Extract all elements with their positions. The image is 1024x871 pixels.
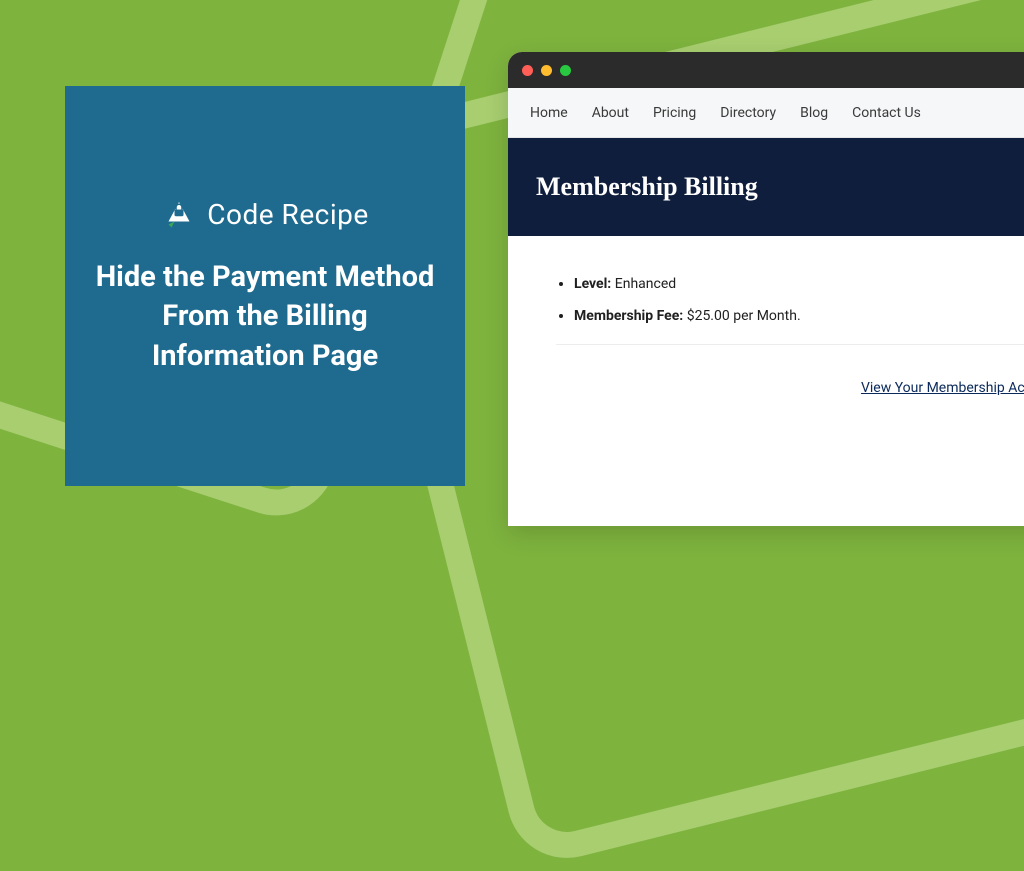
divider <box>556 344 1024 345</box>
fee-value: $25.00 per Month. <box>687 308 801 324</box>
billing-details: Level: Enhanced Membership Fee: $25.00 p… <box>508 236 1024 377</box>
page-title: Membership Billing <box>536 172 1024 202</box>
close-icon[interactable] <box>522 65 533 76</box>
nav-directory[interactable]: Directory <box>720 105 776 121</box>
account-link-row: View Your Membership Acco <box>508 377 1024 416</box>
brand-row: Code Recipe <box>161 196 368 232</box>
title-bar <box>508 52 1024 88</box>
nav-blog[interactable]: Blog <box>800 105 828 121</box>
promo-headline: Hide the Payment Method From the Billing… <box>95 258 435 375</box>
fee-label: Membership Fee: <box>574 308 683 324</box>
nav-contact[interactable]: Contact Us <box>852 105 921 121</box>
nav-pricing[interactable]: Pricing <box>653 105 696 121</box>
page-hero: Membership Billing <box>508 138 1024 236</box>
view-account-link[interactable]: View Your Membership Acco <box>861 380 1024 396</box>
site-nav: Home About Pricing Directory Blog Contac… <box>508 88 1024 138</box>
list-item: Level: Enhanced <box>574 276 1024 292</box>
maximize-icon[interactable] <box>560 65 571 76</box>
level-label: Level: <box>574 276 611 292</box>
browser-window: Home About Pricing Directory Blog Contac… <box>508 52 1024 526</box>
level-value: Enhanced <box>615 276 676 292</box>
list-item: Membership Fee: $25.00 per Month. <box>574 308 1024 324</box>
code-recipe-logo-icon <box>161 196 197 232</box>
nav-home[interactable]: Home <box>530 105 568 121</box>
promo-card: Code Recipe Hide the Payment Method From… <box>65 86 465 486</box>
nav-about[interactable]: About <box>592 105 629 121</box>
brand-name: Code Recipe <box>207 198 368 231</box>
minimize-icon[interactable] <box>541 65 552 76</box>
